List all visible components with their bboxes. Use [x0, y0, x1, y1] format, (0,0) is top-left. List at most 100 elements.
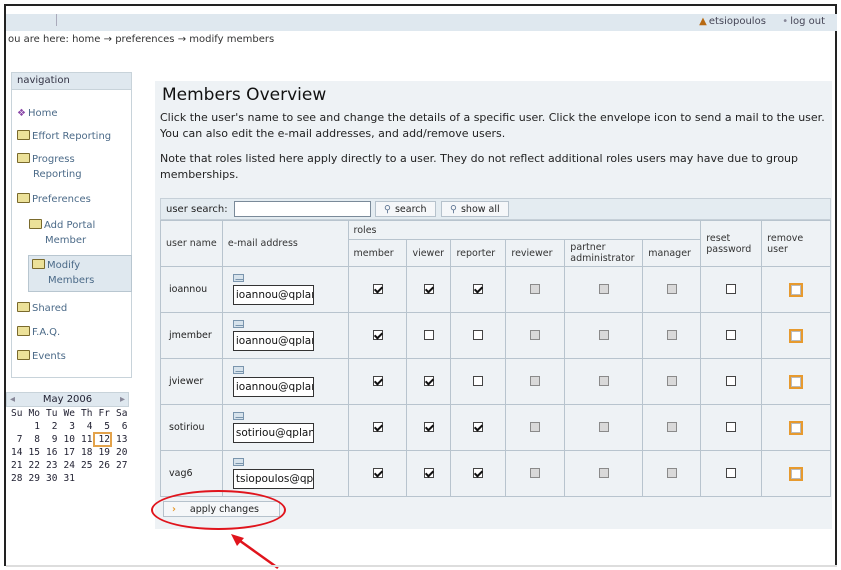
user-link[interactable]: ▲ etsiopoulos	[699, 16, 766, 27]
remove-user-checkbox[interactable]	[789, 420, 804, 435]
calendar-day[interactable]: 8	[24, 433, 42, 446]
nav-item-events[interactable]: Events	[17, 349, 66, 364]
user-name-link[interactable]: jmember	[160, 312, 223, 359]
reporter-checkbox[interactable]	[473, 330, 484, 340]
nav-item-shared[interactable]: Shared	[17, 301, 67, 316]
nav-item-preferences[interactable]: Preferences	[17, 192, 91, 207]
reporter-checkbox[interactable]	[473, 376, 484, 386]
email-field[interactable]: ioannou@qplan.gr	[232, 377, 314, 397]
calendar-day[interactable]: 19	[94, 446, 112, 459]
calendar-day[interactable]: 31	[59, 472, 77, 485]
calendar-day[interactable]: 30	[41, 472, 59, 485]
reset-password-checkbox[interactable]	[726, 422, 737, 432]
member-checkbox[interactable]	[372, 422, 383, 432]
member-checkbox[interactable]	[372, 376, 383, 386]
calendar-day[interactable]: 29	[24, 472, 42, 485]
nav-item-label: Members	[48, 275, 95, 286]
calendar-day[interactable]: 20	[111, 446, 129, 459]
email-field[interactable]: tsiopoulos@qplan.	[232, 469, 314, 489]
calendar-day[interactable]: 4	[76, 420, 94, 433]
search-button[interactable]: ⚲ search	[375, 201, 436, 217]
header-user-name: user name	[160, 220, 223, 267]
reporter-checkbox[interactable]	[473, 284, 484, 294]
user-name-link[interactable]: ioannou	[160, 266, 223, 313]
user-name-link[interactable]: jviewer	[160, 358, 223, 405]
role-partner-admin-cell	[564, 404, 644, 451]
viewer-checkbox[interactable]	[423, 284, 434, 294]
folder-icon	[17, 130, 30, 140]
calendar-day[interactable]: 27	[111, 459, 129, 472]
calendar-day[interactable]: 25	[76, 459, 94, 472]
viewer-checkbox[interactable]	[423, 422, 434, 432]
reset-password-checkbox[interactable]	[726, 376, 737, 386]
viewer-checkbox[interactable]	[423, 376, 434, 386]
reporter-checkbox[interactable]	[473, 422, 484, 432]
breadcrumb-preferences-link[interactable]: preferences	[115, 34, 174, 45]
calendar-day[interactable]: 28	[6, 472, 24, 485]
envelope-icon[interactable]	[232, 412, 244, 420]
member-checkbox[interactable]	[372, 468, 383, 478]
reset-password-checkbox[interactable]	[726, 284, 737, 294]
calendar-day[interactable]: 7	[6, 433, 24, 446]
calendar-day[interactable]: 13	[111, 433, 129, 446]
calendar-day[interactable]: 21	[6, 459, 24, 472]
calendar-day[interactable]: 2	[41, 420, 59, 433]
envelope-icon[interactable]	[232, 458, 244, 466]
user-search-input[interactable]	[234, 201, 371, 217]
calendar-day[interactable]: 14	[6, 446, 24, 459]
breadcrumb-home-link[interactable]: home	[72, 34, 100, 45]
calendar-day[interactable]: 6	[111, 420, 129, 433]
table-row: vag6 tsiopoulos@qplan.	[160, 450, 831, 497]
remove-user-checkbox[interactable]	[789, 374, 804, 389]
remove-user-checkbox[interactable]	[789, 282, 804, 297]
partner-admin-checkbox	[598, 376, 609, 386]
nav-item-faq[interactable]: F.A.Q.	[17, 325, 60, 340]
note-text-line-2: memberships.	[160, 168, 239, 181]
user-name-link[interactable]: sotiriou	[160, 404, 223, 451]
remove-user-checkbox[interactable]	[789, 328, 804, 343]
logout-link[interactable]: • log out	[782, 16, 825, 27]
calendar-day[interactable]: 26	[94, 459, 112, 472]
viewer-checkbox[interactable]	[423, 330, 434, 340]
next-month-arrow-icon[interactable]: ▸	[120, 394, 125, 405]
calendar-day[interactable]: 10	[59, 433, 77, 446]
search-icon: ⚲	[450, 204, 457, 215]
intro-text-line-1: Click the user's name to see and change …	[160, 111, 825, 124]
nav-item-effort-reporting[interactable]: Effort Reporting	[17, 129, 111, 144]
email-field[interactable]: ioannou@qplan.gr	[232, 285, 314, 305]
calendar-day-today[interactable]: 12	[92, 432, 112, 447]
nav-item-modify-members[interactable]: Modify Members	[28, 255, 132, 292]
calendar-day[interactable]: 16	[41, 446, 59, 459]
envelope-icon[interactable]	[232, 320, 244, 328]
calendar-day	[76, 472, 94, 485]
remove-user-checkbox[interactable]	[789, 466, 804, 481]
calendar-day[interactable]: 17	[59, 446, 77, 459]
viewer-checkbox[interactable]	[423, 468, 434, 478]
email-field[interactable]: sotiriou@qplan.gr	[232, 423, 314, 443]
nav-item-home[interactable]: ❖ Home	[17, 106, 58, 121]
calendar-day[interactable]: 9	[41, 433, 59, 446]
calendar-day[interactable]: 23	[41, 459, 59, 472]
calendar-day[interactable]: 24	[59, 459, 77, 472]
calendar-day[interactable]: 1	[24, 420, 42, 433]
member-checkbox[interactable]	[372, 284, 383, 294]
header-partner-administrator: partner administrator	[564, 239, 644, 267]
calendar-day[interactable]: 22	[24, 459, 42, 472]
reset-password-checkbox[interactable]	[726, 468, 737, 478]
nav-item-add-portal-member[interactable]: Add Portal Member	[29, 218, 95, 248]
envelope-icon[interactable]	[232, 274, 244, 282]
nav-item-progress-reporting[interactable]: Progress Reporting	[17, 152, 82, 182]
role-manager-cell	[642, 312, 702, 359]
show-all-button[interactable]: ⚲ show all	[441, 201, 509, 217]
reset-password-checkbox[interactable]	[726, 330, 737, 340]
calendar-day[interactable]: 18	[76, 446, 94, 459]
calendar-day[interactable]: 3	[59, 420, 77, 433]
member-checkbox[interactable]	[372, 330, 383, 340]
table-row: ioannou ioannou@qplan.gr	[160, 266, 831, 313]
calendar-day[interactable]: 5	[94, 420, 112, 433]
email-field[interactable]: ioannou@qplan.gr	[232, 331, 314, 351]
reporter-checkbox[interactable]	[473, 468, 484, 478]
calendar-day[interactable]: 15	[24, 446, 42, 459]
calendar-day[interactable]: 11	[76, 433, 94, 446]
envelope-icon[interactable]	[232, 366, 244, 374]
